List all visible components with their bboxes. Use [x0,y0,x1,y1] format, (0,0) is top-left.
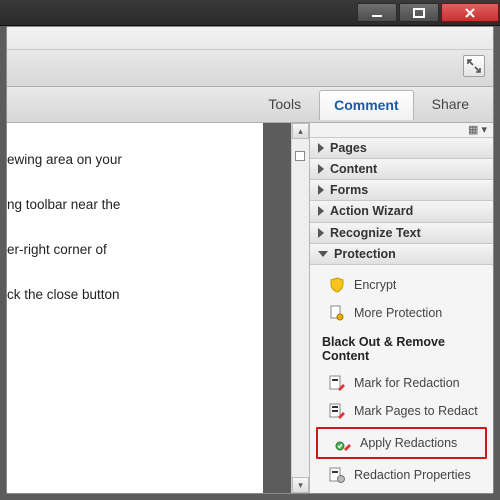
item-label: Mark for Redaction [354,376,460,390]
section-action-wizard[interactable]: Action Wizard [310,201,493,222]
maximize-icon [413,7,425,19]
document-wrap: ewing area on your ng toolbar near the e… [7,123,309,493]
chevron-right-icon [318,228,324,238]
item-more-protection[interactable]: More Protection [310,299,493,327]
shield-icon [328,276,346,294]
section-label: Action Wizard [330,204,413,218]
item-label: More Protection [354,306,442,320]
scroll-down-button[interactable]: ▾ [292,477,309,493]
application-frame: × Tools Comment Share ewing area on your… [6,26,494,494]
section-label: Forms [330,183,368,197]
close-icon [464,7,476,19]
section-recognize-text[interactable]: Recognize Text [310,223,493,244]
body-area: ewing area on your ng toolbar near the e… [7,123,493,493]
window-close-button[interactable] [441,3,499,22]
maximize-button[interactable] [399,3,439,22]
document-line: ck the close button [7,286,263,305]
document-lock-icon [328,304,346,322]
section-label: Content [330,162,377,176]
tab-comment[interactable]: Comment [319,90,414,120]
tools-panel: ▦ ▾ Pages Content Forms Action Wizard [309,123,493,493]
section-pages[interactable]: Pages [310,138,493,159]
subheader-label: Black Out & Remove Content [322,335,477,363]
protection-body: Encrypt More Protection Black Out & Remo… [310,265,493,493]
document-line: ng toolbar near the [7,196,263,215]
section-protection[interactable]: Protection [310,244,493,265]
document-page: ewing area on your ng toolbar near the e… [7,123,263,493]
redaction-properties-icon [328,466,346,484]
tab-share[interactable]: Share [418,90,483,119]
item-label: Encrypt [354,278,396,292]
minimize-button[interactable] [357,3,397,22]
apply-redactions-icon [334,434,352,452]
vertical-scrollbar[interactable]: ▴ ▾ [291,123,309,493]
item-apply-redactions[interactable]: Apply Redactions [318,429,485,457]
tabs-row: Tools Comment Share [7,87,493,123]
document-line: er-right corner of [7,241,263,260]
expand-icon [467,59,481,73]
chevron-right-icon [318,185,324,195]
mark-pages-icon [328,402,346,420]
protection-subheader: Black Out & Remove Content [310,327,493,369]
tab-tools[interactable]: Tools [254,90,315,119]
toolbar-strip [7,27,493,87]
panel-options-button[interactable]: ▦ ▾ [310,123,493,138]
scroll-up-button[interactable]: ▴ [292,123,309,139]
window-frame: × Tools Comment Share ewing area on your… [0,0,500,500]
section-label: Pages [330,141,367,155]
fullscreen-button[interactable] [463,55,485,77]
item-redaction-properties[interactable]: Redaction Properties [310,461,493,489]
item-label: Redaction Properties [354,468,471,482]
chevron-right-icon [318,206,324,216]
item-mark-pages-to-redact[interactable]: Mark Pages to Redact [310,397,493,425]
document-gutter [263,123,291,493]
section-content[interactable]: Content [310,159,493,180]
chevron-right-icon [318,164,324,174]
section-label: Protection [334,247,396,261]
scroll-marker[interactable] [295,151,305,161]
mark-redaction-icon [328,374,346,392]
titlebar [0,0,500,26]
apply-redactions-highlight: Apply Redactions [316,427,487,459]
document-line: ewing area on your [7,151,263,170]
minimize-icon [371,7,383,19]
section-label: Recognize Text [330,226,421,240]
item-label: Mark Pages to Redact [354,404,478,418]
chevron-right-icon [318,143,324,153]
chevron-down-icon [318,251,328,257]
section-forms[interactable]: Forms [310,180,493,201]
item-mark-for-redaction[interactable]: Mark for Redaction [310,369,493,397]
item-encrypt[interactable]: Encrypt [310,271,493,299]
item-label: Apply Redactions [360,436,457,450]
